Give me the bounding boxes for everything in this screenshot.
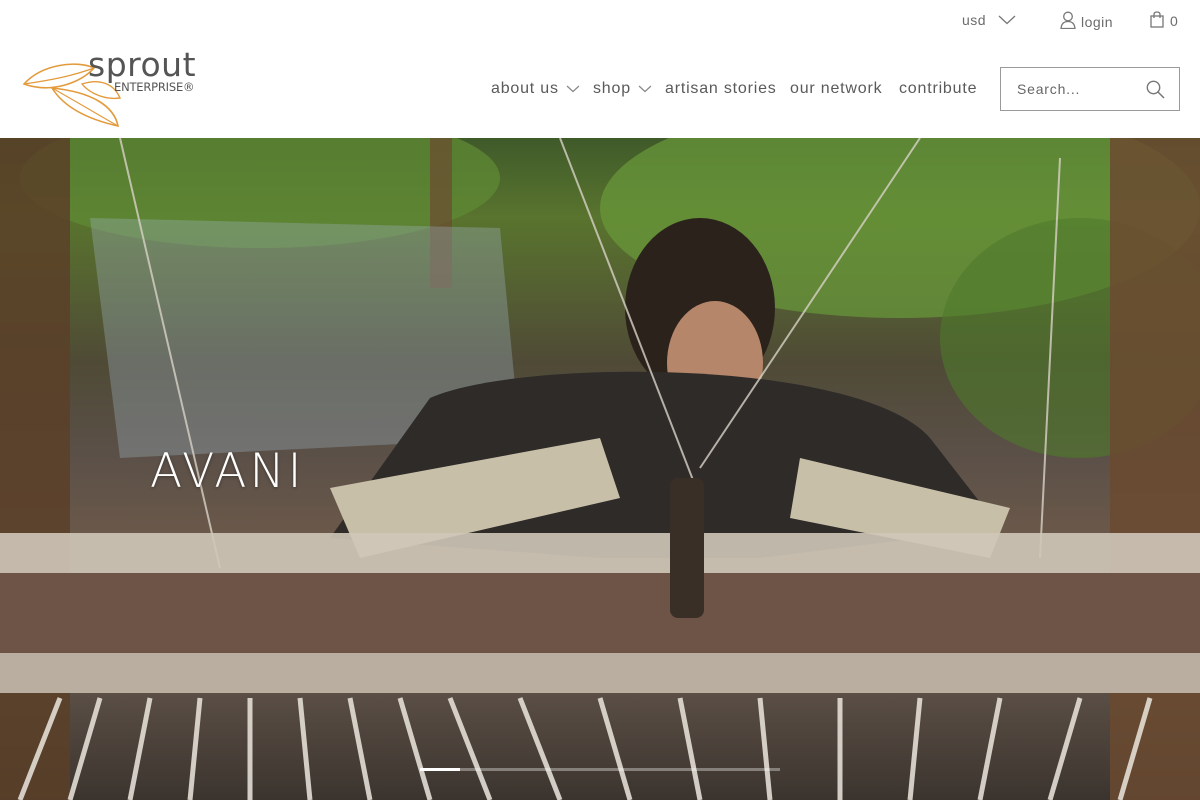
currency-label: usd (962, 12, 987, 28)
slide-indicator-9[interactable] (740, 768, 780, 771)
cart-link[interactable]: 0 (1150, 11, 1178, 31)
slide-indicator-5[interactable] (580, 768, 620, 771)
hero-slideshow[interactable]: AVANI (0, 138, 1200, 800)
login-label: login (1081, 13, 1114, 30)
user-icon (1060, 11, 1076, 32)
site-header: usd login 0 sprout ENTERPRISE® about us … (0, 0, 1200, 138)
slide-indicator-6[interactable] (620, 768, 660, 771)
search-input[interactable] (1001, 68, 1141, 110)
shopping-bag-icon (1150, 11, 1164, 31)
nav-item-label: contribute (899, 80, 978, 97)
login-link[interactable]: login (1060, 11, 1113, 32)
slide-indicator-4[interactable] (540, 768, 580, 771)
hero-title: AVANI (150, 444, 305, 499)
cart-count: 0 (1170, 13, 1179, 29)
slideshow-pager (420, 768, 780, 771)
slide-indicator-8[interactable] (700, 768, 740, 771)
currency-selector[interactable]: usd (962, 12, 1016, 28)
search-icon[interactable] (1146, 80, 1165, 104)
chevron-down-icon (998, 12, 1016, 28)
nav-item-label: our network (790, 80, 883, 97)
slide-indicator-3[interactable] (500, 768, 540, 771)
search-box (1000, 67, 1180, 111)
nav-item-label: about us (491, 80, 559, 97)
site-logo[interactable]: sprout ENTERPRISE® (22, 45, 212, 128)
nav-item-contribute[interactable]: contribute (899, 80, 977, 98)
chevron-down-icon (638, 80, 652, 98)
nav-item-our-network[interactable]: our network (790, 80, 882, 98)
nav-item-label: shop (593, 80, 631, 97)
chevron-down-icon (566, 80, 580, 98)
nav-item-label: artisan stories (665, 80, 777, 97)
logo-wordmark: sprout (88, 45, 197, 84)
slide-indicator-7[interactable] (660, 768, 700, 771)
logo-subtitle: ENTERPRISE® (114, 80, 195, 94)
nav-item-shop[interactable]: shop (593, 80, 652, 98)
nav-item-about-us[interactable]: about us (491, 80, 580, 98)
nav-item-artisan-stories[interactable]: artisan stories (665, 80, 777, 98)
slide-indicator-2[interactable] (460, 768, 500, 771)
slide-indicator-1[interactable] (420, 768, 460, 771)
